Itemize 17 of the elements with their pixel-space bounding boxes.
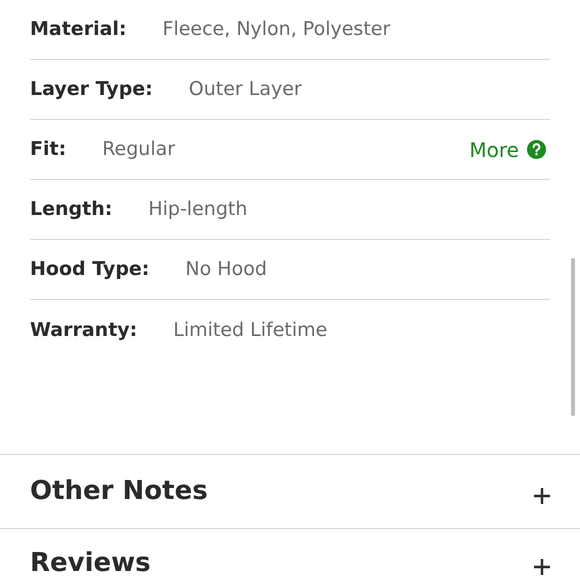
spec-label: Layer Type: — [30, 77, 153, 102]
spec-value: Fleece, Nylon, Polyester — [162, 17, 390, 42]
scrollbar[interactable] — [571, 258, 575, 416]
spec-label: Hood Type: — [30, 257, 150, 282]
spec-value: Regular — [102, 137, 176, 162]
spec-label: Material: — [30, 17, 127, 42]
spec-value: Outer Layer — [188, 77, 302, 102]
spec-value: Hip-length — [148, 197, 248, 222]
more-link[interactable]: More — [469, 134, 546, 164]
spec-label: Length: — [30, 197, 112, 222]
help-icon — [527, 140, 546, 159]
spec-value: No Hood — [185, 257, 267, 282]
spec-label: Fit: — [30, 137, 66, 162]
spec-value: Limited Lifetime — [173, 318, 328, 343]
section-header[interactable]: Other Notes — [0, 454, 580, 528]
section-header[interactable]: Reviews — [0, 528, 580, 578]
spec-label: Warranty: — [30, 318, 138, 343]
